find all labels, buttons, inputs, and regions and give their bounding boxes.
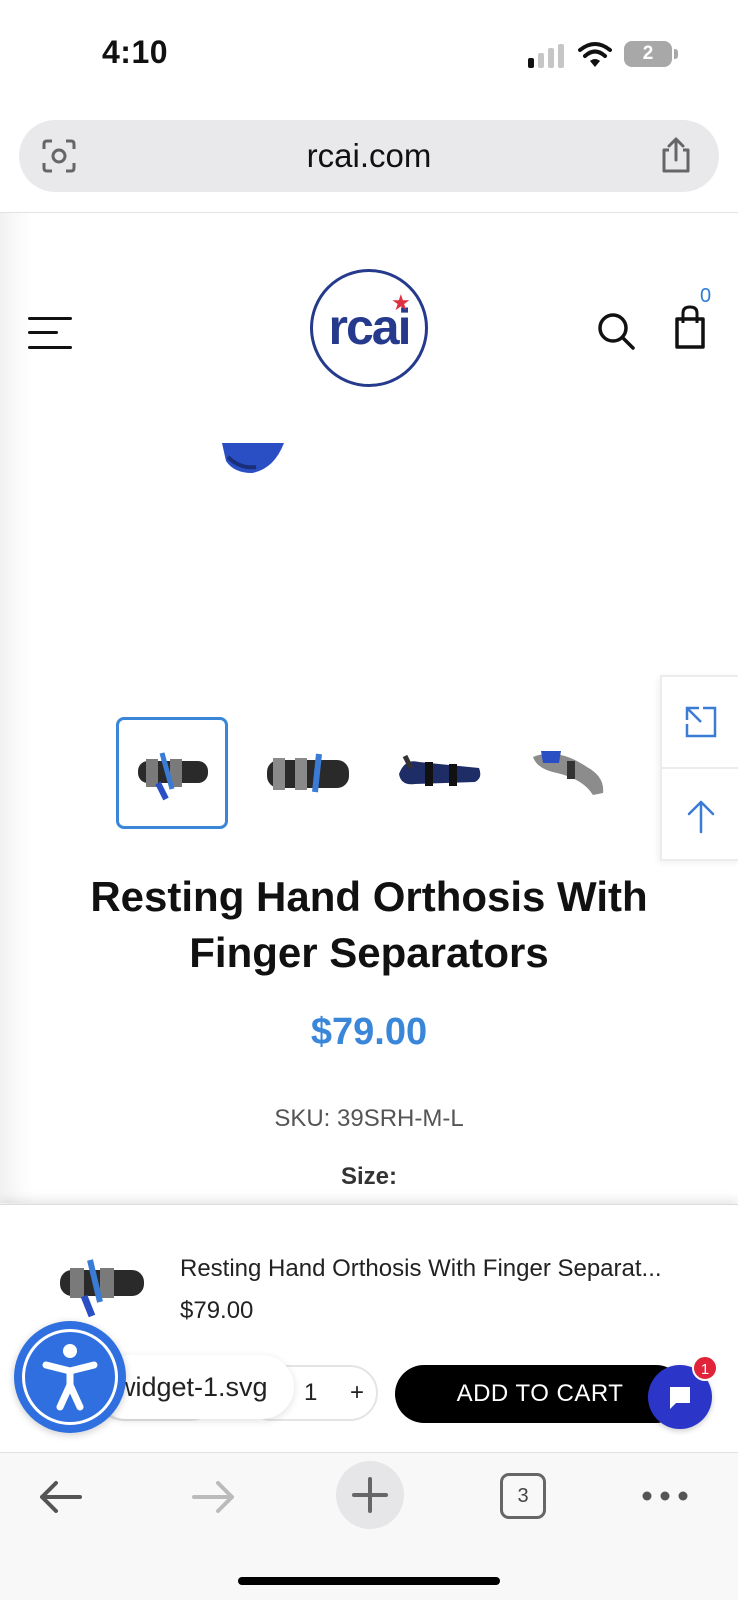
sticky-add-to-cart-bar: Resting Hand Orthosis With Finger Separa… xyxy=(0,1204,738,1452)
orthosis-image xyxy=(267,753,349,793)
hamburger-menu-icon[interactable] xyxy=(28,315,72,351)
widget-tooltip: widget-1.svg xyxy=(96,1355,294,1419)
thumbnail-1[interactable] xyxy=(116,717,228,829)
chat-icon xyxy=(670,1387,690,1409)
product-main-image[interactable] xyxy=(222,443,288,483)
quantity-value[interactable]: 1 xyxy=(304,1367,317,1419)
thumbnail-3[interactable] xyxy=(384,717,496,829)
signal-icon xyxy=(528,44,564,68)
size-label: Size: xyxy=(340,1163,397,1190)
url-text[interactable]: rcai.com xyxy=(19,120,719,192)
star-icon: ★ xyxy=(391,290,411,315)
product-price: $79.00 xyxy=(310,1011,428,1053)
back-arrow-icon[interactable] xyxy=(36,1475,84,1519)
new-tab-button[interactable] xyxy=(336,1461,404,1529)
thumbnail-4[interactable] xyxy=(516,717,628,829)
home-indicator xyxy=(238,1577,500,1585)
site-logo[interactable]: rcai ★ xyxy=(310,269,428,387)
thumbnail-2[interactable] xyxy=(252,717,364,829)
search-icon[interactable] xyxy=(596,311,636,351)
add-to-cart-button[interactable]: ADD TO CART xyxy=(395,1365,685,1423)
expand-button[interactable] xyxy=(662,677,738,769)
battery-tip xyxy=(674,49,678,59)
tabs-icon[interactable]: 3 xyxy=(500,1473,546,1519)
address-bar[interactable]: rcai.com xyxy=(19,120,719,192)
orthosis-image xyxy=(138,752,208,801)
quantity-increase-button[interactable]: + xyxy=(350,1367,364,1419)
battery-icon: 2 xyxy=(624,41,672,67)
thumbnail-strip xyxy=(116,717,636,829)
accessibility-icon xyxy=(42,1344,98,1411)
cart-count-badge[interactable]: 0 xyxy=(700,285,711,308)
more-icon[interactable] xyxy=(642,1491,688,1501)
scroll-to-top-button[interactable] xyxy=(662,770,738,862)
product-page: rcai ★ 0 Resting Hand Orthosis With Fing… xyxy=(0,213,738,1203)
status-time: 4:10 xyxy=(102,34,169,70)
plus-icon xyxy=(352,1477,388,1513)
product-sku: SKU: 39SRH-M-L xyxy=(274,1105,464,1132)
orthosis-image xyxy=(60,1259,144,1318)
status-bar: 4:10 2 xyxy=(0,0,738,110)
share-icon[interactable] xyxy=(659,136,693,174)
sticky-product-thumbnail xyxy=(52,1245,152,1325)
browser-toolbar: 3 xyxy=(0,1452,738,1600)
orthosis-image xyxy=(399,754,481,786)
sticky-product-name: Resting Hand Orthosis With Finger Separa… xyxy=(180,1255,662,1282)
chat-notification-badge: 1 xyxy=(692,1355,718,1381)
accessibility-button[interactable] xyxy=(14,1321,126,1433)
arrow-up-icon xyxy=(687,800,715,834)
wifi-icon xyxy=(578,42,612,67)
shopping-bag-icon[interactable] xyxy=(672,303,708,351)
expand-icon xyxy=(685,706,717,738)
product-title: Resting Hand Orthosis With Finger Separa… xyxy=(90,873,648,976)
orthosis-image xyxy=(533,751,604,795)
sticky-product-price: $79.00 xyxy=(180,1297,254,1324)
side-tools-panel xyxy=(660,675,738,861)
forward-arrow-icon[interactable] xyxy=(190,1475,238,1519)
